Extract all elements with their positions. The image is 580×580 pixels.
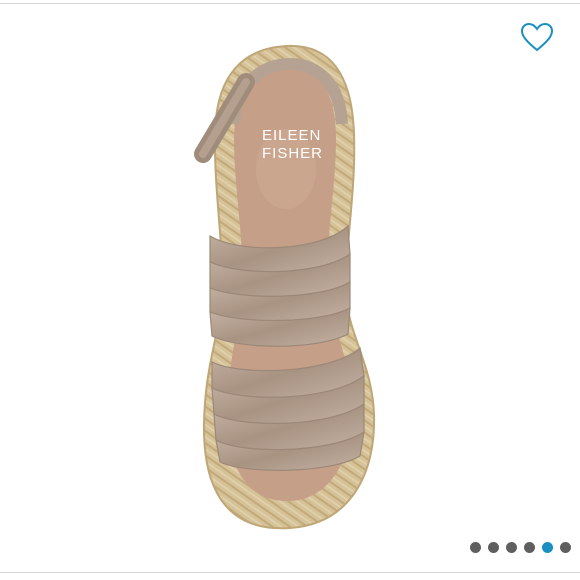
brand-logo-line2: FISHER <box>262 145 323 162</box>
carousel-dot-5[interactable] <box>542 541 553 553</box>
carousel-dot-3[interactable] <box>506 541 517 553</box>
bottom-divider <box>0 572 580 573</box>
carousel-dot-4[interactable] <box>524 541 535 553</box>
carousel-dots <box>470 541 571 553</box>
heart-icon <box>520 22 554 52</box>
product-image: EILEEN FISHER <box>194 44 376 530</box>
carousel-dot-6[interactable] <box>560 541 571 553</box>
carousel-dot-1[interactable] <box>470 541 481 553</box>
carousel-dot-2[interactable] <box>488 541 499 553</box>
favorite-button[interactable] <box>516 18 558 56</box>
brand-logo-line1: EILEEN <box>262 127 321 144</box>
